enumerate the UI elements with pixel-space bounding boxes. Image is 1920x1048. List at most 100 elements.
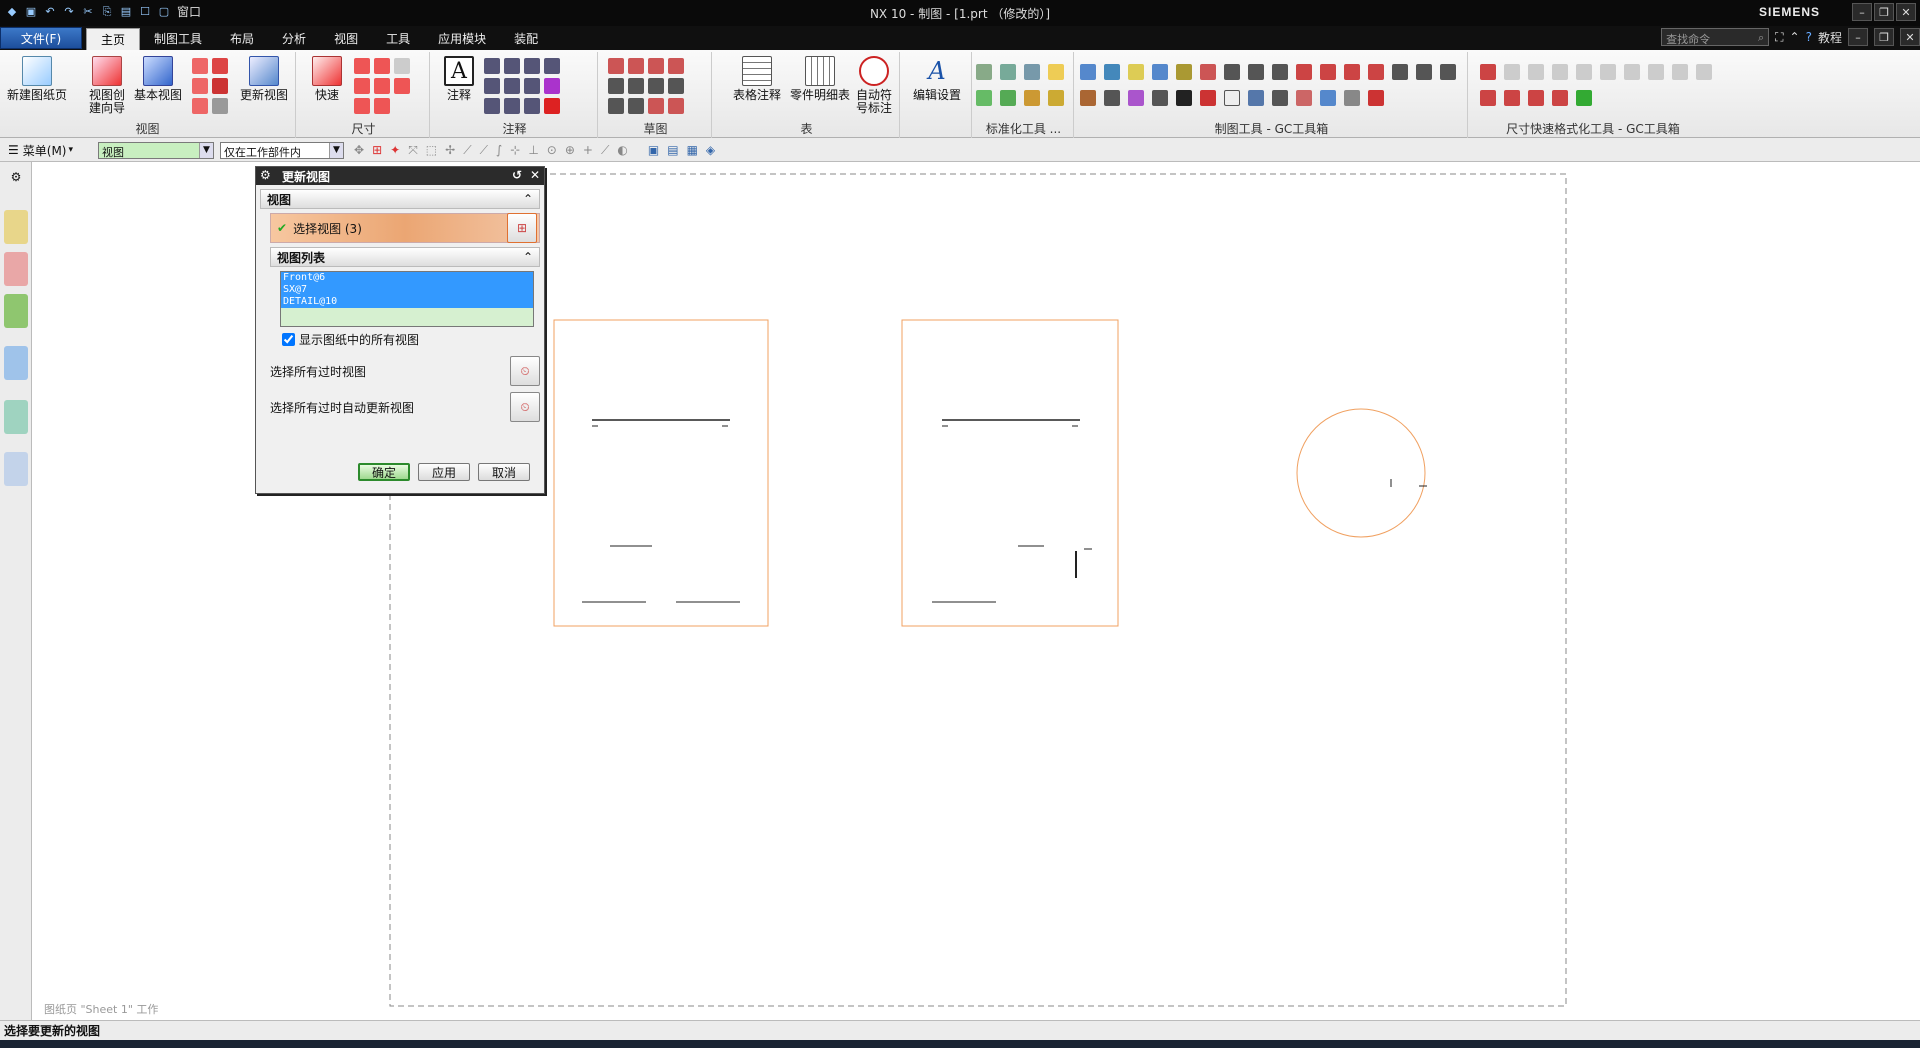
circle-icon[interactable] [608, 78, 624, 94]
std-tool-4-icon[interactable] [1048, 64, 1064, 80]
dialog-close-icon[interactable]: ✕ [530, 168, 540, 182]
gc-tool-6-icon[interactable] [1200, 64, 1216, 80]
fmt-tool-8-icon[interactable] [1648, 64, 1664, 80]
tab-assembly[interactable]: 装配 [500, 26, 552, 50]
tab-drafting-tools[interactable]: 制图工具 [140, 26, 216, 50]
gc-tool-9-icon[interactable] [1272, 64, 1288, 80]
fmt-tool-3-icon[interactable] [1528, 64, 1544, 80]
gc-tool-27-icon[interactable] [1320, 90, 1336, 106]
fmt-tool-4-icon[interactable] [1552, 64, 1568, 80]
view-front[interactable] [553, 319, 769, 627]
chamfer-dim-icon[interactable] [354, 78, 370, 94]
parts-list-button[interactable]: 零件明细表 [788, 56, 852, 102]
tab-analysis[interactable]: 分析 [268, 26, 320, 50]
gc-tool-8-icon[interactable] [1248, 64, 1264, 80]
hatch-icon[interactable] [544, 78, 560, 94]
tab-tools[interactable]: 工具 [372, 26, 424, 50]
snap-tool-7-icon[interactable]: ⟋ [463, 143, 471, 158]
gc-tool-12-icon[interactable] [1344, 64, 1360, 80]
snap-tool-1-icon[interactable]: ✥ [354, 143, 364, 157]
view-list-item[interactable]: SX@7 [281, 284, 533, 296]
gc-tool-11-icon[interactable] [1320, 64, 1336, 80]
gc-tool-20-icon[interactable] [1152, 90, 1168, 106]
fmt-tool-2-icon[interactable] [1504, 64, 1520, 80]
rectangle-icon[interactable] [628, 58, 644, 74]
std-tool-2-icon[interactable] [1000, 64, 1016, 80]
fmt-tool-6-icon[interactable] [1600, 64, 1616, 80]
datum-icon[interactable] [504, 58, 520, 74]
conic-icon[interactable] [628, 98, 644, 114]
snap-tool-9-icon[interactable]: ∫ [496, 143, 502, 157]
part-navigator-icon[interactable] [4, 210, 28, 244]
std-tool-8-icon[interactable] [1048, 90, 1064, 106]
collapse-icon[interactable]: ⌃ [523, 250, 533, 264]
rapid-dimension-button[interactable]: 快速 [310, 56, 344, 102]
fmt-tool-7-icon[interactable] [1624, 64, 1640, 80]
menu-icon[interactable]: ☰ [8, 143, 19, 157]
gc-tool-13-icon[interactable] [1368, 64, 1384, 80]
gc-tool-5-icon[interactable] [1176, 64, 1192, 80]
new-sheet-button[interactable]: 新建图纸页 [6, 56, 68, 102]
angular-dim-icon[interactable] [394, 58, 410, 74]
show-all-views-checkbox[interactable] [282, 333, 295, 346]
fullscreen-icon[interactable]: ⛶ [1775, 30, 1783, 45]
view-wizard-button[interactable]: 视图创建向导 [86, 56, 128, 115]
chamfer-icon[interactable] [668, 98, 684, 114]
target-icon[interactable] [544, 58, 560, 74]
broken-view-icon[interactable] [212, 78, 228, 94]
fmt-tool-12-icon[interactable] [1504, 90, 1520, 106]
file-menu-button[interactable]: 文件(F) [0, 27, 82, 49]
std-tool-5-icon[interactable] [976, 90, 992, 106]
select-view-row[interactable]: ✔ 选择视图 (3) ⊞ [270, 213, 540, 243]
tab-layout[interactable]: 布局 [216, 26, 268, 50]
minimize-button[interactable]: – [1852, 3, 1872, 21]
update-view-button[interactable]: 更新视图 [236, 56, 292, 102]
select-outdated-auto-button[interactable]: ⏲ [510, 392, 540, 422]
image-icon[interactable] [504, 98, 520, 114]
assembly-navigator-icon[interactable] [4, 252, 28, 286]
snap-tool-11-icon[interactable]: ⊥ [528, 143, 538, 157]
command-search-input[interactable]: 查找命令 ⌕ [1661, 28, 1770, 46]
selection-scope-select[interactable]: 仅在工作部件内 ▼ [220, 141, 344, 159]
gc-tool-29-icon[interactable] [1368, 90, 1384, 106]
tab-application[interactable]: 应用模块 [424, 26, 500, 50]
base-view-button[interactable]: 基本视图 [132, 56, 184, 102]
surface-finish-icon[interactable] [484, 78, 500, 94]
dialog-title-bar[interactable]: ⚙ 更新视图 ↺ ✕ [256, 167, 544, 185]
collapse-ribbon-icon[interactable]: ⌃ [1790, 30, 1800, 44]
snap-tool-13-icon[interactable]: ⊕ [565, 143, 575, 157]
apply-button[interactable]: 应用 [418, 463, 470, 481]
gc-tool-25-icon[interactable] [1272, 90, 1288, 106]
gc-tool-2-icon[interactable] [1104, 64, 1120, 80]
doc-restore-button[interactable]: ❐ [1874, 28, 1894, 46]
menu-dropdown-icon[interactable]: ▾ [68, 145, 73, 155]
view-list-item[interactable]: DETAIL@10 [281, 296, 533, 308]
snap-tool-2-icon[interactable]: ⊞ [372, 143, 382, 157]
view-list-item[interactable]: Front@6 [281, 272, 533, 284]
projected-view-icon[interactable] [192, 58, 208, 74]
gc-tool-7-icon[interactable] [1224, 64, 1240, 80]
settings-gear-icon[interactable]: ⚙ [4, 166, 28, 188]
type-filter-select[interactable]: 视图 ▼ [98, 141, 214, 159]
snap-tool-18-icon[interactable]: ▤ [667, 143, 678, 157]
thickness-dim-icon[interactable] [374, 78, 390, 94]
fillet-icon[interactable] [648, 98, 664, 114]
std-tool-3-icon[interactable] [1024, 64, 1040, 80]
weld-icon[interactable] [504, 78, 520, 94]
doc-close-button[interactable]: ✕ [1900, 28, 1920, 46]
snap-tool-17-icon[interactable]: ▣ [648, 143, 659, 157]
point-icon[interactable] [628, 78, 644, 94]
gc-tool-14-icon[interactable] [1392, 64, 1408, 80]
gc-tool-23-icon[interactable] [1224, 90, 1240, 106]
std-tool-7-icon[interactable] [1024, 90, 1040, 106]
radial-dim-icon[interactable] [374, 58, 390, 74]
polygon-icon[interactable] [668, 78, 684, 94]
check-icon[interactable] [524, 98, 540, 114]
arc-icon[interactable] [668, 58, 684, 74]
fmt-tool-10-icon[interactable] [1696, 64, 1712, 80]
snap-tool-8-icon[interactable]: ⟋ [480, 143, 488, 158]
tutorial-link[interactable]: 教程 [1818, 29, 1842, 46]
gc-tool-26-icon[interactable] [1296, 90, 1312, 106]
area-fill-icon[interactable] [544, 98, 560, 114]
tab-view[interactable]: 视图 [320, 26, 372, 50]
